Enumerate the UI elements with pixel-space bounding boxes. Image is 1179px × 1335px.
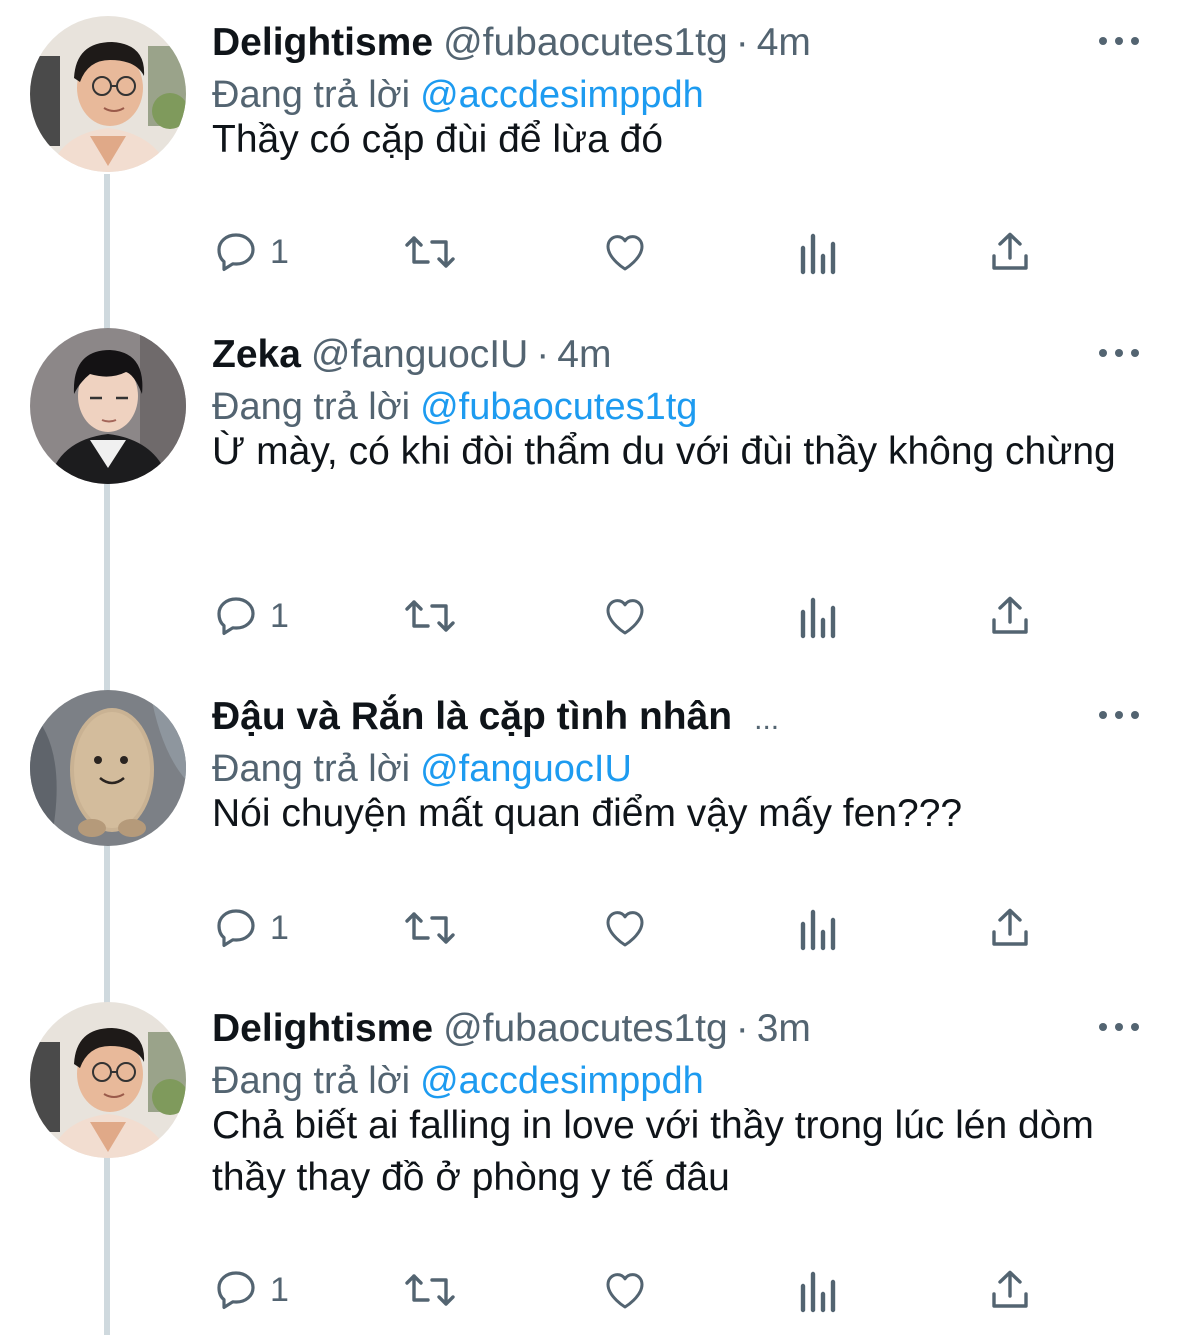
share-button[interactable]	[986, 224, 1034, 280]
avatar[interactable]	[30, 328, 186, 484]
replying-to: Đang trả lời @accdesimppdh	[212, 1058, 704, 1104]
views-button[interactable]	[797, 1262, 841, 1318]
tweet-text: Chả biết ai falling in love với thầy tro…	[212, 1104, 1094, 1199]
like-button[interactable]	[600, 588, 650, 644]
replying-to-handle[interactable]: @fubaocutes1tg	[420, 386, 697, 428]
user-handle[interactable]: @fanguocIU	[311, 333, 528, 376]
tweet[interactable]: Zeka @fanguocIU · 4m Đang trả lời @fubaocute…	[0, 312, 1179, 639]
retweet-icon	[405, 912, 455, 944]
replying-to-label: Đang trả lời	[212, 386, 411, 428]
display-name[interactable]: Delightisme	[212, 1007, 433, 1050]
reply-count: 1	[270, 1270, 289, 1309]
reply-count: 1	[270, 596, 289, 635]
reply-icon	[217, 909, 255, 947]
reply-count: 1	[270, 908, 289, 947]
replying-to-label: Đang trả lời	[212, 748, 411, 790]
views-button[interactable]	[797, 588, 841, 644]
like-button[interactable]	[600, 1262, 650, 1318]
tweet-header: Đậu và Rắn là cặp tình nhân...	[212, 694, 779, 740]
timestamp[interactable]: 4m	[557, 333, 611, 376]
replying-to: Đang trả lời @fanguocIU	[212, 746, 632, 792]
tweet-header: Delightisme @fubaocutes1tg · 4m	[212, 20, 811, 66]
share-icon	[992, 596, 1028, 634]
analytics-icon	[800, 597, 836, 639]
retweet-icon	[405, 600, 455, 632]
replying-to-handle[interactable]: @accdesimppdh	[420, 74, 704, 116]
replying-to-handle[interactable]: @accdesimppdh	[420, 1060, 704, 1102]
tweet[interactable]: Delightisme @fubaocutes1tg · 3m Đang trả lờ…	[0, 986, 1179, 1335]
more-icon[interactable]	[1099, 1012, 1139, 1042]
share-icon	[992, 232, 1028, 270]
heart-icon	[606, 911, 644, 947]
avatar[interactable]	[30, 16, 186, 172]
like-button[interactable]	[600, 900, 650, 956]
analytics-icon	[800, 909, 836, 951]
views-button[interactable]	[797, 224, 841, 280]
user-handle[interactable]: @fubaocutes1tg	[443, 21, 728, 64]
like-button[interactable]	[600, 224, 650, 280]
replying-to-handle[interactable]: @fanguocIU	[420, 748, 632, 790]
reply-icon	[217, 1271, 255, 1309]
tweet-actions: 1	[212, 900, 1072, 956]
heart-icon	[606, 1273, 644, 1309]
tweet-text: Nói chuyện mất quan điểm vậy mấy fen???	[212, 792, 963, 835]
replying-to-label: Đang trả lời	[212, 1060, 411, 1102]
timestamp[interactable]: 4m	[757, 21, 811, 64]
more-icon[interactable]	[1099, 700, 1139, 730]
tweet-header: Delightisme @fubaocutes1tg · 3m	[212, 1006, 811, 1052]
analytics-icon	[800, 1271, 836, 1313]
retweet-button[interactable]	[402, 588, 458, 644]
reply-count: 1	[270, 232, 289, 271]
separator-dot: ·	[735, 1007, 749, 1050]
reply-button[interactable]: 1	[212, 588, 289, 644]
reply-icon	[217, 233, 255, 271]
reply-button[interactable]: 1	[212, 1262, 289, 1318]
avatar[interactable]	[30, 1002, 186, 1158]
tweet-actions: 1	[212, 224, 1072, 280]
tweet-text: Thầy có cặp đùi để lừa đó	[212, 118, 664, 161]
more-icon[interactable]	[1099, 26, 1139, 56]
share-button[interactable]	[986, 900, 1034, 956]
reply-button[interactable]: 1	[212, 224, 289, 280]
share-button[interactable]	[986, 588, 1034, 644]
tweet[interactable]: Đậu và Rắn là cặp tình nhân... Đang trả …	[0, 674, 1179, 986]
reply-button[interactable]: 1	[212, 900, 289, 956]
retweet-icon	[405, 236, 455, 268]
tweet-actions: 1	[212, 588, 1072, 644]
views-button[interactable]	[797, 900, 841, 956]
replying-to: Đang trả lời @accdesimppdh	[212, 72, 704, 118]
tweet-header: Zeka @fanguocIU · 4m	[212, 332, 611, 378]
display-name[interactable]: Đậu và Rắn là cặp tình nhân	[212, 695, 732, 738]
tweet[interactable]: Delightisme @fubaocutes1tg · 4m Đang trả lờ…	[0, 0, 1179, 312]
avatar[interactable]	[30, 690, 186, 846]
share-icon	[992, 908, 1028, 946]
retweet-button[interactable]	[402, 1262, 458, 1318]
user-handle[interactable]: @fubaocutes1tg	[443, 1007, 728, 1050]
name-truncation: ...	[754, 703, 780, 736]
replying-to: Đang trả lời @fubaocutes1tg	[212, 384, 697, 430]
more-icon[interactable]	[1099, 338, 1139, 368]
display-name[interactable]: Delightisme	[212, 21, 433, 64]
analytics-icon	[800, 233, 836, 275]
retweet-button[interactable]	[402, 224, 458, 280]
tweet-text: Ừ mày, có khi đòi thẩm du với đùi thầy k…	[212, 430, 1116, 473]
separator-dot: ·	[536, 333, 550, 376]
heart-icon	[606, 599, 644, 635]
tweet-thread: Delightisme @fubaocutes1tg · 4m Đang trả lờ…	[0, 0, 1179, 1335]
retweet-icon	[405, 1274, 455, 1306]
heart-icon	[606, 235, 644, 271]
tweet-actions: 1	[212, 1262, 1072, 1318]
separator-dot: ·	[735, 21, 749, 64]
display-name[interactable]: Zeka	[212, 333, 301, 376]
reply-icon	[217, 597, 255, 635]
retweet-button[interactable]	[402, 900, 458, 956]
share-icon	[992, 1270, 1028, 1308]
timestamp[interactable]: 3m	[757, 1007, 811, 1050]
share-button[interactable]	[986, 1262, 1034, 1318]
replying-to-label: Đang trả lời	[212, 74, 411, 116]
